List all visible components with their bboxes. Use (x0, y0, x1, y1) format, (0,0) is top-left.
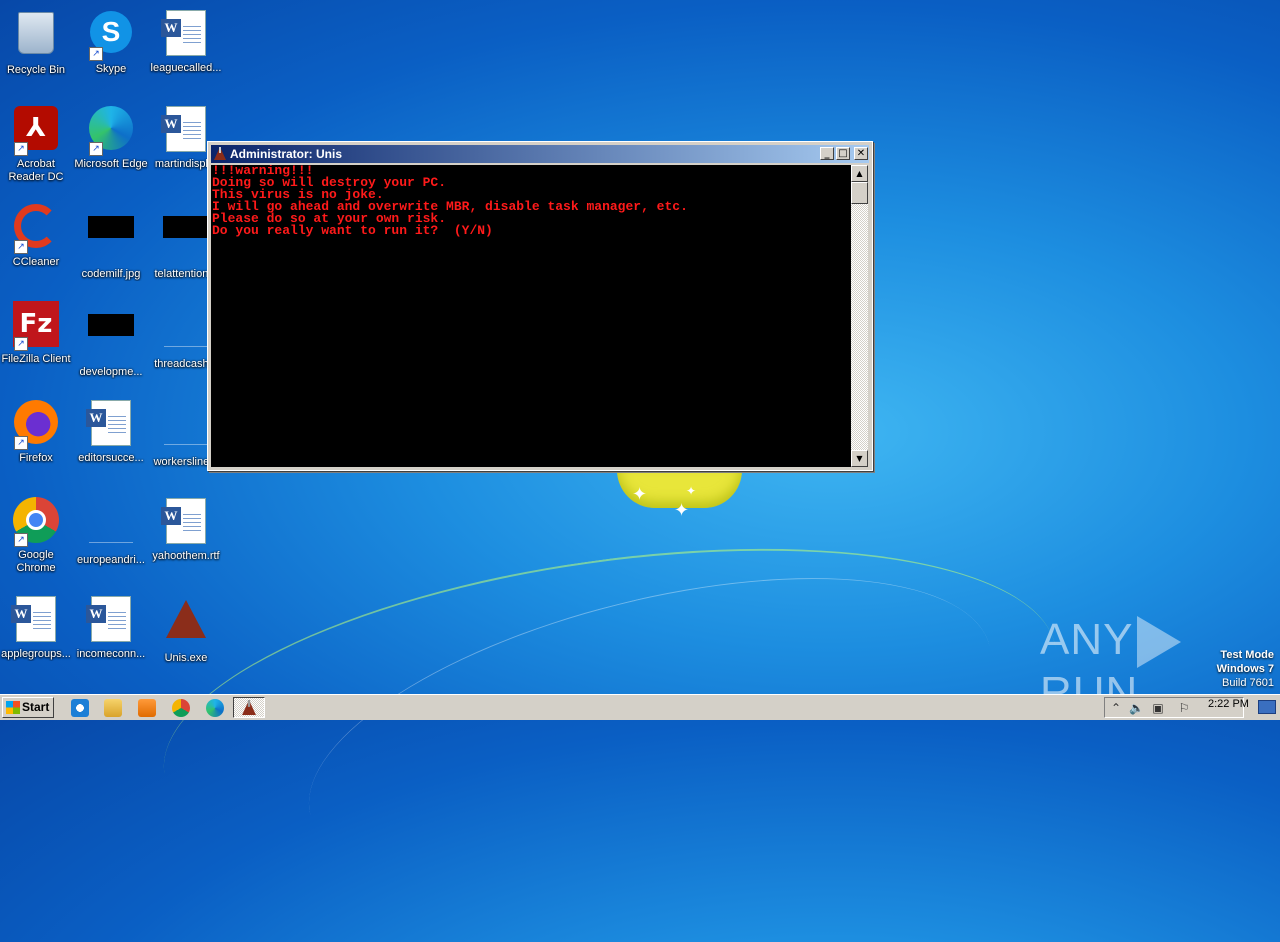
show-hidden-icons-chevron-icon[interactable]: ⌃ (1109, 701, 1123, 715)
action-center-flag-icon[interactable]: ⚐ (1177, 701, 1191, 715)
vertical-scrollbar[interactable]: ▲ ▼ (851, 165, 868, 467)
image-file-icon (88, 314, 134, 336)
shortcut-arrow-icon: ↗ (14, 240, 28, 254)
desktop-icon-acrobat[interactable]: ⅄ ↗ Acrobat Reader DC (0, 104, 74, 184)
test-mode-label: Test Mode (1220, 649, 1274, 661)
desktop-icon-filezilla[interactable]: Fz ↗ FileZilla Client (0, 300, 74, 366)
desktop-icon-leaguecalled[interactable]: leaguecalled... (148, 8, 224, 75)
blank-file-icon (89, 502, 133, 543)
test-mode-notice: Test Mode Windows 7 Build 7601 (1217, 648, 1274, 690)
desktop-icon-editorsucce[interactable]: editorsucce... (73, 398, 149, 465)
desktop-icon-europeandri[interactable]: europeandri... (73, 496, 149, 567)
shortcut-arrow-icon: ↗ (14, 337, 28, 351)
desktop-icon-codemilf[interactable]: codemilf.jpg (73, 202, 149, 281)
icon-label: yahoothem.rtf (152, 550, 220, 562)
media-player-icon[interactable] (138, 699, 156, 717)
desktop-icon-recycle-bin[interactable]: Recycle Bin (0, 8, 74, 77)
scroll-thumb[interactable] (851, 182, 868, 204)
recycle-bin-icon (18, 12, 54, 54)
desktop-icon-incomeconn[interactable]: incomeconn... (73, 594, 149, 661)
taskbar: Start ⌃ 🔈 ▣ ⚐ 2:22 PM (0, 694, 1280, 720)
icon-label: Recycle Bin (6, 64, 66, 76)
shortcut-arrow-icon: ↗ (14, 436, 28, 450)
image-file-icon (88, 216, 134, 238)
desktop-icon-chrome[interactable]: ↗ Google Chrome (0, 496, 74, 575)
desktop-icon-unis-exe[interactable]: Unis.exe (148, 594, 224, 665)
build-label: Build 7601 (1222, 677, 1274, 689)
icon-label: editorsucce... (78, 452, 144, 464)
icon-label: Unis.exe (164, 652, 208, 664)
blank-file-icon (164, 306, 208, 347)
icon-label: incomeconn... (76, 648, 146, 660)
word-doc-icon (161, 10, 206, 56)
unis-app-icon (214, 147, 226, 160)
icon-label: Google Chrome (16, 549, 56, 574)
minimize-button[interactable]: _ (820, 147, 834, 160)
edge-icon[interactable] (206, 699, 224, 717)
scroll-up-button[interactable]: ▲ (851, 165, 868, 182)
play-logo-icon (1137, 616, 1182, 669)
window-titlebar[interactable]: Administrator: Unis _ □ ✕ (211, 145, 869, 163)
sparkle-icon: ✦ (674, 500, 690, 521)
desktop-icon-yahoothem[interactable]: yahoothem.rtf (148, 496, 224, 563)
scroll-down-button[interactable]: ▼ (851, 450, 868, 467)
sparkle-icon: ✦ (686, 484, 697, 498)
word-doc-icon (161, 498, 206, 544)
start-button[interactable]: Start (2, 697, 54, 718)
icon-label: Acrobat Reader DC (8, 158, 64, 183)
unis-exe-icon (166, 600, 206, 638)
close-icon: ✕ (856, 148, 866, 159)
maximize-icon: □ (838, 148, 848, 159)
volume-icon[interactable]: 🔈 (1129, 701, 1144, 715)
shortcut-arrow-icon: ↗ (14, 533, 28, 547)
network-icon[interactable]: ▣ (1151, 701, 1165, 715)
start-label: Start (22, 700, 50, 714)
word-doc-icon (86, 400, 131, 446)
desktop-icon-skype[interactable]: S ↗ Skype (73, 8, 149, 76)
image-file-icon (163, 216, 209, 238)
icon-label: developme... (79, 366, 143, 378)
desktop-icon-firefox[interactable]: ↗ Firefox (0, 398, 74, 465)
ie-icon[interactable] (71, 699, 89, 717)
close-button[interactable]: ✕ (854, 147, 868, 160)
maximize-button[interactable]: □ (836, 147, 850, 160)
chrome-icon[interactable] (172, 699, 190, 717)
taskbar-clock[interactable]: 2:22 PM (1208, 695, 1249, 714)
icon-label: Microsoft Edge (74, 158, 148, 170)
explorer-icon[interactable] (104, 699, 122, 717)
minimize-icon: _ (824, 148, 830, 159)
windows-logo-icon (6, 701, 20, 714)
icon-label: leaguecalled... (150, 62, 222, 74)
icon-label: CCleaner (12, 256, 60, 268)
watermark-text: ANY (1040, 615, 1134, 664)
desktop-icon-ccleaner[interactable]: ↗ CCleaner (0, 202, 74, 269)
blank-file-icon (164, 404, 208, 445)
show-desktop-button[interactable] (1258, 700, 1276, 714)
desktop-icon-developme[interactable]: developme... (73, 300, 149, 379)
console-window[interactable]: Administrator: Unis _ □ ✕ !!!warning!!! … (207, 141, 873, 471)
icon-label: Skype (95, 63, 127, 75)
word-doc-icon (86, 596, 131, 642)
icon-label: codemilf.jpg (81, 268, 141, 280)
sparkle-icon: ✦ (632, 484, 648, 505)
shortcut-arrow-icon: ↗ (89, 47, 103, 61)
icon-label: applegroups... (1, 648, 71, 660)
desktop-icon-edge[interactable]: ↗ Microsoft Edge (73, 104, 149, 171)
console-output[interactable]: !!!warning!!! Doing so will destroy your… (211, 165, 851, 467)
word-doc-icon (11, 596, 56, 642)
icon-label: Firefox (19, 452, 53, 464)
word-doc-icon (161, 106, 206, 152)
unis-task-icon (242, 700, 256, 715)
icon-label: FileZilla Client (1, 353, 71, 365)
icon-label: europeandri... (77, 554, 145, 566)
window-title: Administrator: Unis (230, 147, 343, 161)
taskbar-item-unis[interactable] (233, 697, 265, 718)
shortcut-arrow-icon: ↗ (14, 142, 28, 156)
shortcut-arrow-icon: ↗ (89, 142, 103, 156)
os-name-label: Windows 7 (1216, 663, 1274, 675)
console-prompt: Do you really want to run it? (Y/N) (212, 223, 493, 238)
desktop-icon-applegroups[interactable]: applegroups... (0, 594, 74, 661)
